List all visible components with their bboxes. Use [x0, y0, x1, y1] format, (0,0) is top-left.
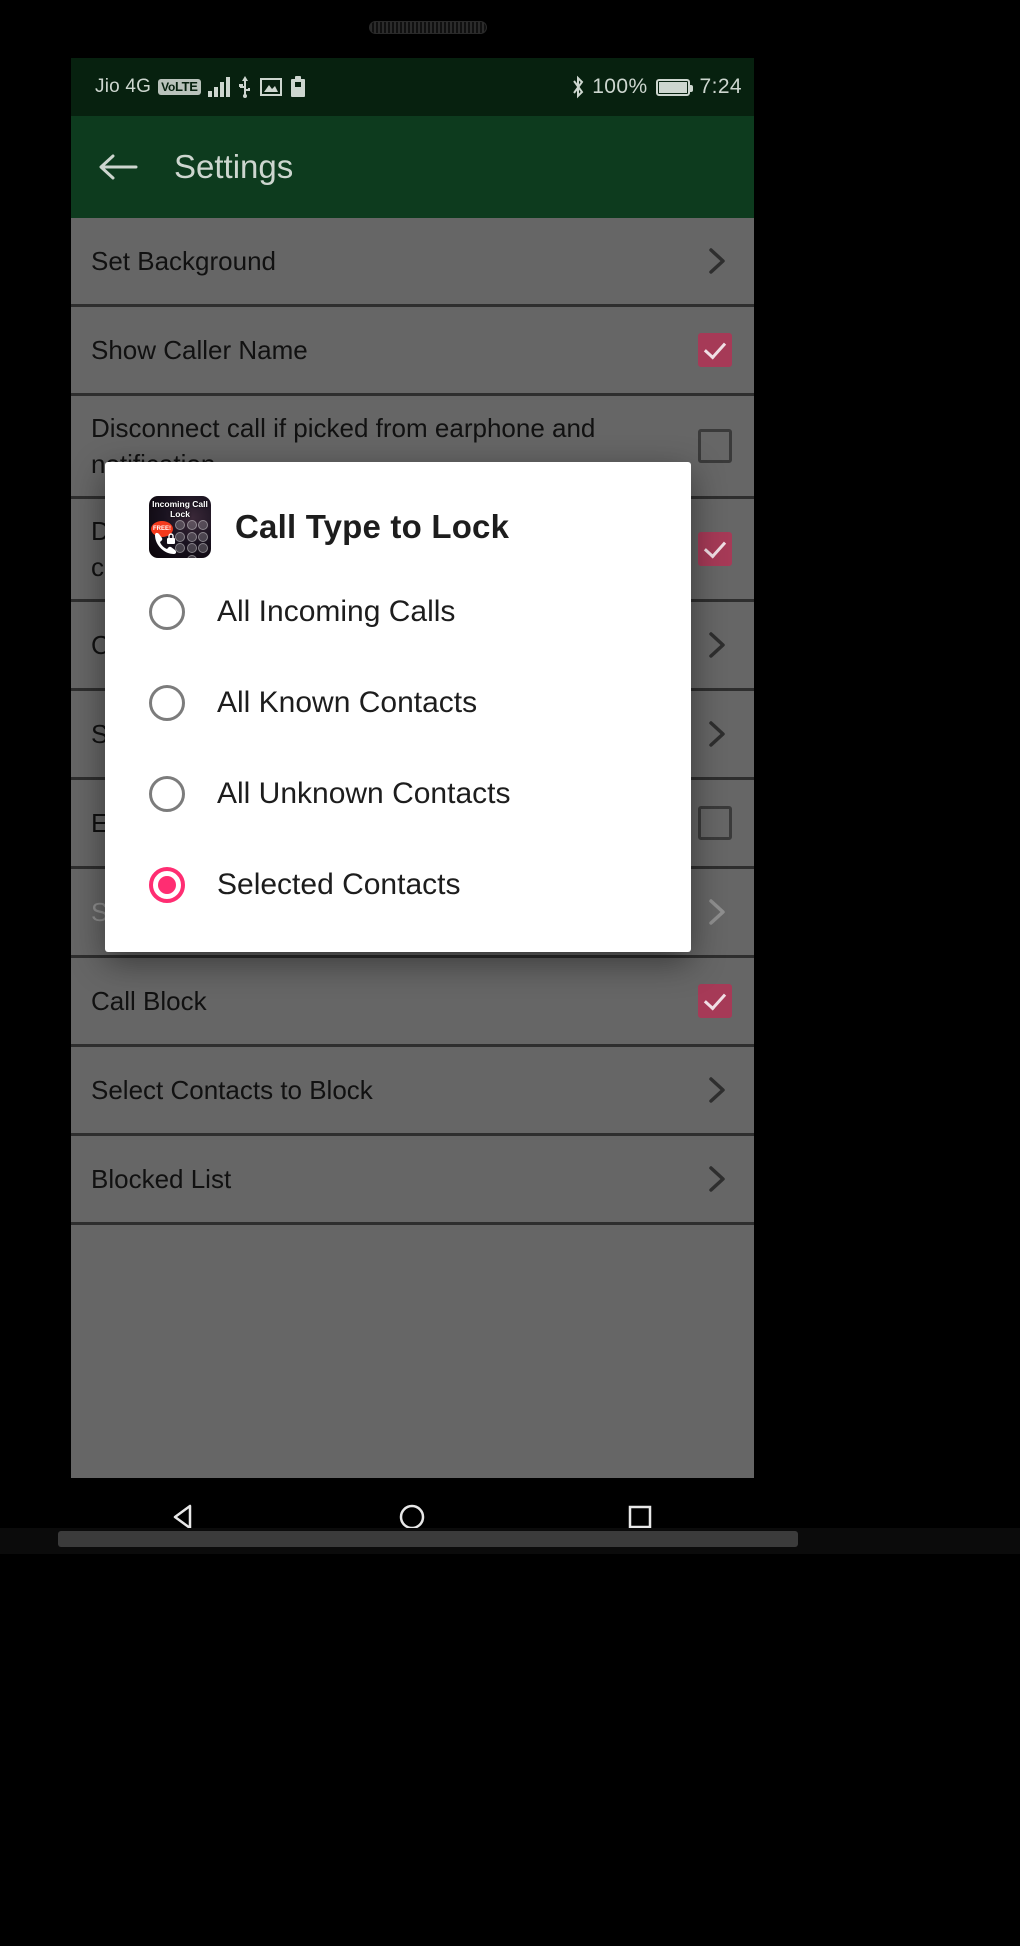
app-icon-dialpad — [175, 520, 208, 558]
dialog-option-label: All Unknown Contacts — [217, 776, 511, 810]
radio-selected-contacts[interactable] — [149, 866, 185, 903]
dialog-option-label: All Incoming Calls — [217, 594, 456, 628]
radio-all-unknown-contacts[interactable] — [149, 775, 185, 812]
dialog-option-all-unknown-contacts[interactable]: All Unknown Contacts — [105, 748, 691, 839]
dialog-title: Call Type to Lock — [235, 508, 510, 545]
dialog-header: Incoming Call Lock FREE! Call Type to Lo… — [105, 488, 691, 566]
app-icon-phone-lock-glyph — [153, 531, 179, 555]
dialog-option-all-incoming-calls[interactable]: All Incoming Calls — [105, 566, 691, 657]
dialog-option-label: All Known Contacts — [217, 685, 478, 719]
dialog-option-selected-contacts[interactable]: Selected Contacts — [105, 839, 691, 930]
dialog-option-label: Selected Contacts — [217, 867, 461, 901]
radio-all-incoming-calls[interactable] — [149, 593, 185, 630]
radio-all-known-contacts[interactable] — [149, 684, 185, 721]
app-icon-title: Incoming Call Lock — [152, 499, 208, 519]
call-type-to-lock-dialog: Incoming Call Lock FREE! Call Type to Lo… — [105, 462, 691, 952]
incoming-call-lock-app-icon: Incoming Call Lock FREE! — [149, 496, 211, 558]
dialog-option-all-known-contacts[interactable]: All Known Contacts — [105, 657, 691, 748]
screen-bottom-bezel-strip — [58, 1531, 798, 1547]
earpiece-speaker — [369, 21, 487, 34]
